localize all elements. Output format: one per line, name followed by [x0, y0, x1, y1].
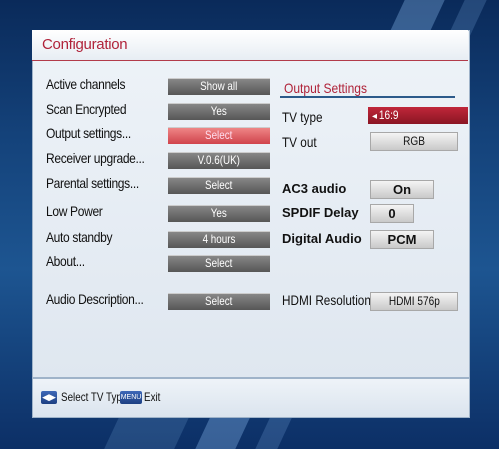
setting-label-auto-standby: Auto standby — [46, 229, 113, 245]
tv-type-value[interactable]: ◂ 16:9 — [368, 107, 468, 124]
footer-hint-select-tv-type: Select TV Type — [61, 390, 128, 404]
footer-bar: ◀▶ Select TV Type MENU Exit — [32, 378, 470, 418]
footer-hint-exit: Exit — [144, 390, 161, 404]
setting-label-audio-description: Audio Description... — [46, 291, 144, 307]
setting-value-low-power[interactable]: Yes — [168, 205, 270, 222]
setting-value-output-settings[interactable]: Select — [168, 127, 270, 144]
setting-label-active-channels: Active channels — [46, 76, 126, 92]
setting-label-parental-settings: Parental settings... — [46, 175, 139, 191]
setting-label-scan-encrypted: Scan Encrypted — [46, 101, 127, 117]
setting-value-scan-encrypted[interactable]: Yes — [168, 103, 270, 120]
arrow-left-icon: ◂ — [372, 111, 378, 122]
page-title: Configuration — [42, 36, 128, 53]
spdif-delay-label: SPDIF Delay — [282, 205, 359, 220]
tv-type-label: TV type — [282, 109, 323, 125]
tv-out-label: TV out — [282, 134, 317, 150]
hdmi-resolution-value[interactable]: HDMI 576p — [370, 292, 458, 311]
heading-underline — [280, 96, 455, 98]
spdif-delay-value[interactable]: 0 — [370, 204, 414, 223]
ac3-audio-value[interactable]: On — [370, 180, 434, 199]
title-bar: Configuration — [32, 30, 468, 61]
setting-label-output-settings: Output settings... — [46, 125, 131, 141]
setting-value-active-channels[interactable]: Show all — [168, 78, 270, 95]
setting-value-parental-settings[interactable]: Select — [168, 177, 270, 194]
tv-out-value[interactable]: RGB — [370, 132, 458, 151]
setting-value-about[interactable]: Select — [168, 255, 270, 272]
digital-audio-value[interactable]: PCM — [370, 230, 434, 249]
left-right-arrows-key: ◀▶ — [41, 391, 57, 404]
setting-value-audio-description[interactable]: Select — [168, 293, 270, 310]
setting-value-receiver-upgrade[interactable]: V.0.6(UK) — [168, 152, 270, 169]
setting-label-about: About... — [46, 253, 85, 269]
ac3-audio-label: AC3 audio — [282, 181, 347, 196]
setting-value-auto-standby[interactable]: 4 hours — [168, 231, 270, 248]
output-settings-heading: Output Settings — [284, 80, 368, 96]
setting-label-low-power: Low Power — [46, 203, 103, 219]
hdmi-resolution-label: HDMI Resolution — [282, 292, 371, 308]
digital-audio-label: Digital Audio — [282, 231, 362, 246]
menu-key: MENU — [120, 391, 142, 404]
setting-label-receiver-upgrade: Receiver upgrade... — [46, 150, 145, 166]
